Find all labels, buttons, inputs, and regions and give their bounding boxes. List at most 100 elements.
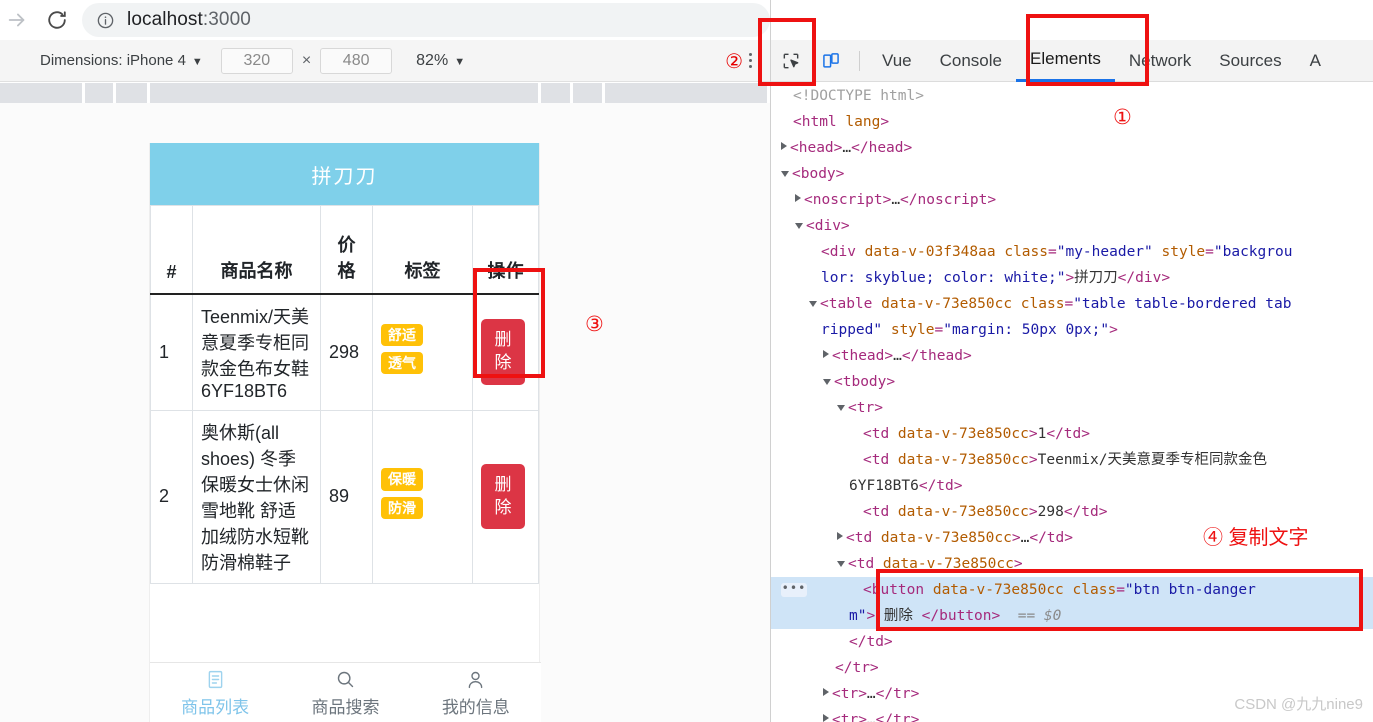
dom-tree-line[interactable]: <noscript>…</noscript> [771,187,1373,213]
device-toolbar-toggle-icon[interactable] [811,41,851,81]
code-token: > [1028,504,1038,520]
chevron-down-icon[interactable]: ▼ [192,56,203,68]
chevron-right-icon[interactable] [823,688,829,696]
tab-network[interactable]: Network [1115,40,1205,82]
code-token: class [1020,296,1065,312]
chevron-right-icon[interactable] [795,194,801,202]
dom-tree-line[interactable]: <td data-v-73e850cc>298</td> [771,499,1373,525]
url-text: localhost:3000 [127,9,251,30]
collapsed-nodes-badge[interactable]: ••• [781,582,807,597]
dom-tree-line[interactable]: <!DOCTYPE html> [771,83,1373,109]
chevron-down-icon[interactable] [837,561,845,567]
code-token: <tbody> [834,374,896,390]
bottom-tab-bar: 商品列表 商品搜索 我的信息 [150,662,541,722]
dom-tree-line[interactable]: <div> [771,213,1373,239]
code-token: <td [863,452,898,468]
chevron-right-icon[interactable] [781,142,787,150]
tab-elements[interactable]: Elements [1016,40,1115,82]
search-icon [335,669,356,690]
tab-goods-list[interactable]: 商品列表 [150,669,280,718]
site-info-icon[interactable] [96,11,115,30]
code-token: <td [848,556,883,572]
code-token: </td> [1029,530,1073,546]
dom-tree-line[interactable]: </td> [771,629,1373,655]
dom-tree-line[interactable]: <td data-v-73e850cc> [771,551,1373,577]
code-token: … [842,140,852,156]
dom-tree-line[interactable]: <table data-v-73e850cc class="table tabl… [771,291,1373,317]
th-price: 价格 [320,205,373,295]
dom-tree-line[interactable]: m"> 删除 </button> == $0 [771,603,1373,629]
dom-tree-line[interactable]: <thead>…</thead> [771,343,1373,369]
code-token: 拼刀刀 [1074,270,1118,286]
code-token: "margin: 50px 0px;" [943,322,1110,338]
viewport-width-input[interactable]: 320 [220,47,293,74]
viewport-height-input[interactable]: 480 [320,47,393,74]
dom-tree-line[interactable]: <td data-v-73e850cc>Teenmix/天美意夏季专柜同款金色 [771,447,1373,473]
cell-tags: 舒适 透气 [372,293,473,411]
reload-icon[interactable] [40,3,74,37]
chevron-right-icon[interactable] [823,714,829,722]
delete-button[interactable]: 删除 [481,319,525,385]
tab-goods-search[interactable]: 商品搜索 [280,669,410,718]
dom-tree-line[interactable]: lor: skyblue; color: white;">拼刀刀</div> [771,265,1373,291]
chevron-down-icon[interactable] [809,301,817,307]
delete-button[interactable]: 删除 [481,463,525,530]
code-token: … [893,348,902,364]
th-operation: 操作 [472,205,539,295]
chevron-right-icon[interactable] [837,532,843,540]
ruler-segment [0,83,82,103]
viewport-ruler [0,83,770,103]
dom-tree-line[interactable]: <td data-v-73e850cc>…</td> [771,525,1373,551]
chevron-down-icon[interactable] [781,171,789,177]
code-token: lor: skyblue; color: white;" [821,270,1066,286]
zoom-select[interactable]: 82% ▼ [416,52,465,70]
cell-operation: 删除 [472,409,539,584]
code-token: = [934,322,944,338]
code-token: data-v-73e850cc [932,582,1073,598]
code-token: </button> [921,608,1001,624]
annotation-marker-2: ② [725,48,743,73]
tab-sources[interactable]: Sources [1205,40,1295,82]
dom-tree-line[interactable]: 6YF18BT6</td> [771,473,1373,499]
dom-tree-line[interactable]: <html lang> [771,109,1373,135]
devtools-top-spacer [771,0,1373,40]
dom-tree-line[interactable]: <td data-v-73e850cc>1</td> [771,421,1373,447]
forward-arrow-icon[interactable] [0,3,34,37]
dom-tree-line[interactable]: <tr> [771,395,1373,421]
code-token: <tr> [832,686,867,702]
tab-console[interactable]: Console [926,40,1016,82]
table-row: 2 奥休斯(all shoes) 冬季保暖女士休闲雪地靴 舒适加绒防水短靴 防滑… [150,409,539,584]
dom-tree-line[interactable]: <body> [771,161,1373,187]
elements-dom-tree[interactable]: <!DOCTYPE html> <html lang> <head>…</head>… [771,83,1373,722]
dom-tree-line[interactable]: <button data-v-73e850cc class="btn btn-d… [771,577,1373,603]
tag-badge: 保暖 [381,468,423,491]
tab-vue[interactable]: Vue [868,40,926,82]
person-icon [465,669,486,690]
code-token: <html [793,114,846,130]
dom-tree-line[interactable]: ripped" style="margin: 50px 0px;"> [771,317,1373,343]
more-options-icon[interactable] [749,53,752,68]
dimensions-value: Dimensions: iPhone 4 [40,52,186,69]
dom-tree-line[interactable]: </tr> [771,655,1373,681]
chevron-down-icon[interactable] [823,379,831,385]
chevron-down-icon[interactable]: ▼ [454,56,465,68]
code-token: 删除 [875,608,922,624]
code-token: <noscript> [804,192,892,208]
dom-tree-line[interactable]: <tbody> [771,369,1373,395]
address-bar[interactable]: localhost:3000 [82,3,770,37]
chevron-down-icon[interactable] [795,223,803,229]
dom-tree-line[interactable]: <div data-v-03f348aa class="my-header" s… [771,239,1373,265]
tag-badge: 透气 [381,352,423,375]
code-token: </thead> [901,348,972,364]
chevron-right-icon[interactable] [823,350,829,358]
code-token: </div> [1117,270,1171,286]
code-token: > [1109,322,1118,338]
tab-application[interactable]: A [1296,40,1335,82]
chevron-down-icon[interactable] [837,405,845,411]
inspect-element-icon[interactable] [771,41,811,81]
multiply-symbol: × [301,51,312,69]
device-emulation-toolbar: Dimensions: iPhone 4 ▼ 320 × 480 82% ▼ ② [0,40,770,82]
dom-tree-line[interactable]: <head>…</head> [771,135,1373,161]
tab-my-info[interactable]: 我的信息 [411,669,541,718]
goods-table: # 商品名称 价格 标签 操作 1 Teenmix/天美意夏季专柜同款金色布女鞋… [150,205,539,584]
